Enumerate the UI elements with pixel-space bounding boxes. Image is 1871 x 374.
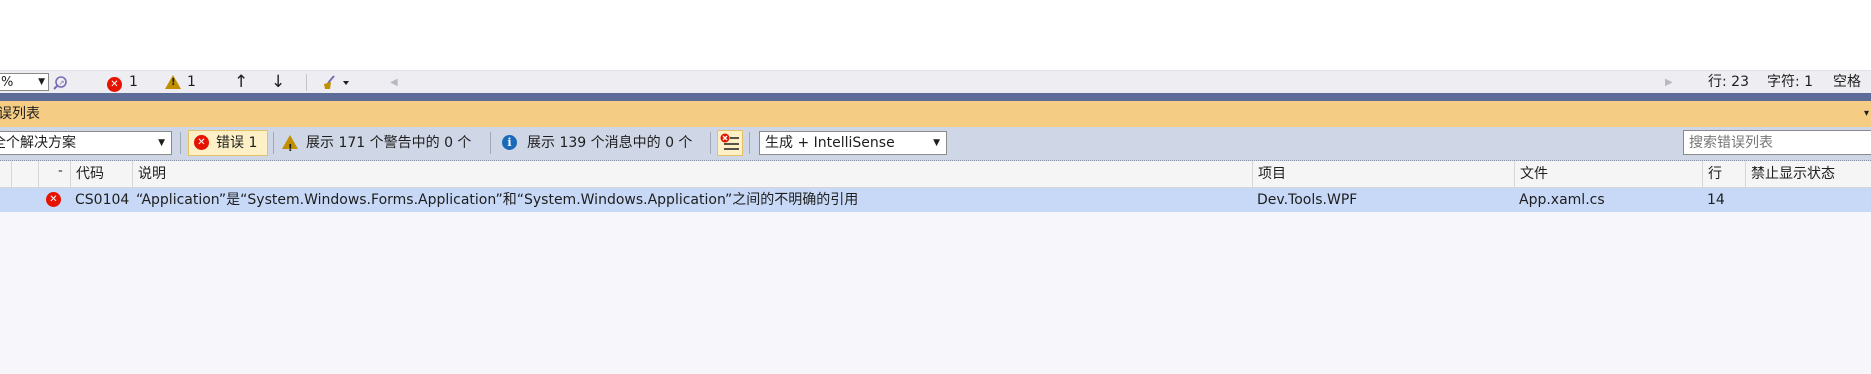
- editor-error-count: 1: [129, 74, 138, 90]
- toolbar-divider: [710, 132, 711, 154]
- header-spacer: [0, 161, 11, 187]
- svg-text:↗: ↗: [59, 79, 65, 87]
- scope-value: 全个解决方案: [0, 135, 76, 151]
- dropdown-arrow-icon: ▼: [158, 138, 165, 148]
- editor-warning-count: 1: [187, 74, 196, 90]
- column-line[interactable]: 行: [1702, 161, 1745, 187]
- table-header: ⁼ 代码 说明 项目 文件 行 禁止显示状态: [0, 161, 1871, 188]
- line-indicator[interactable]: 行: 23: [1708, 71, 1749, 94]
- dropdown-arrow-icon: ▼: [933, 138, 940, 148]
- column-project[interactable]: 项目: [1252, 161, 1514, 187]
- scroll-left-icon[interactable]: ◀: [390, 71, 398, 94]
- row-file: App.xaml.cs: [1519, 192, 1605, 208]
- zoom-value: %: [1, 75, 14, 90]
- error-grid: ⁼ 代码 说明 项目 文件 行 禁止显示状态 ✕ CS0104 “Applica…: [0, 161, 1871, 374]
- toolbar-divider: [180, 132, 181, 154]
- warnings-filter-label: 展示 171 个警告中的 0 个: [306, 135, 472, 151]
- messages-filter-toggle[interactable]: i 展示 139 个消息中的 0 个: [500, 130, 710, 156]
- search-input[interactable]: [1684, 131, 1871, 155]
- column-file[interactable]: 文件: [1514, 161, 1702, 187]
- panel-separator: [0, 93, 1871, 101]
- row-line: 14: [1707, 192, 1725, 208]
- search-box[interactable]: [1683, 130, 1871, 155]
- toolbar-divider: [749, 132, 750, 154]
- build-filter-combo[interactable]: 生成 + IntelliSense ▼: [759, 131, 947, 155]
- row-code: CS0104: [75, 192, 130, 208]
- column-suppression[interactable]: 禁止显示状态: [1745, 161, 1871, 187]
- error-icon: ✕: [107, 77, 122, 92]
- arrow-down-icon[interactable]: ↓: [271, 71, 285, 94]
- dropdown-arrow-icon: ▼: [38, 77, 45, 87]
- row-description: “Application”是“System.Windows.Forms.Appl…: [136, 192, 859, 208]
- editor-error-indicator[interactable]: ✕ 1: [107, 74, 138, 92]
- info-icon: i: [502, 135, 517, 150]
- char-indicator[interactable]: 字符: 1: [1767, 71, 1813, 94]
- panel-title-bar: 误列表 ▾: [0, 101, 1871, 127]
- filter-errors-icon[interactable]: [717, 130, 743, 156]
- warning-icon: [165, 75, 181, 89]
- toolbar-divider: [306, 74, 307, 91]
- warning-icon: [282, 135, 298, 161]
- column-options-icon[interactable]: ⁼: [38, 161, 70, 187]
- column-code[interactable]: 代码: [70, 161, 132, 187]
- error-icon: ✕: [194, 135, 209, 150]
- table-row[interactable]: ✕ CS0104 “Application”是“System.Windows.F…: [0, 188, 1871, 212]
- editor-warning-indicator[interactable]: 1: [165, 74, 196, 93]
- panel-menu-chevron-icon[interactable]: ▾: [1864, 101, 1869, 127]
- zoom-combo[interactable]: % ▼: [0, 73, 49, 91]
- row-project: Dev.Tools.WPF: [1257, 192, 1358, 208]
- warnings-filter-toggle[interactable]: 展示 171 个警告中的 0 个: [280, 130, 480, 161]
- column-description[interactable]: 说明: [132, 161, 1252, 187]
- error-list-toolbar: 全个解决方案 ▼ ✕ 错误 1 展示 171 个警告中的 0 个 i 展示 13…: [0, 127, 1871, 161]
- toolbar-divider: [273, 132, 274, 154]
- header-spacer: [11, 161, 38, 187]
- scroll-right-icon[interactable]: ▶: [1665, 71, 1673, 94]
- errors-filter-toggle[interactable]: ✕ 错误 1: [188, 130, 268, 156]
- scope-combo[interactable]: 全个解决方案 ▼: [0, 131, 172, 155]
- arrow-up-icon[interactable]: ↑: [234, 71, 248, 94]
- panel-title: 误列表: [0, 106, 40, 122]
- search-code-icon[interactable]: ↗: [52, 74, 70, 91]
- broom-icon[interactable]: [322, 74, 352, 91]
- error-icon: ✕: [46, 192, 61, 207]
- editor-status-bar: % ▼ ↗ ✕ 1 1 ↑ ↓ ◀ ▶ 行: 23 字符: 1 空格: [0, 70, 1871, 94]
- build-filter-value: 生成 + IntelliSense: [765, 135, 895, 151]
- whitespace-indicator[interactable]: 空格: [1833, 71, 1861, 94]
- errors-filter-label: 错误 1: [216, 135, 258, 151]
- toolbar-divider: [490, 132, 491, 154]
- messages-filter-label: 展示 139 个消息中的 0 个: [527, 135, 693, 151]
